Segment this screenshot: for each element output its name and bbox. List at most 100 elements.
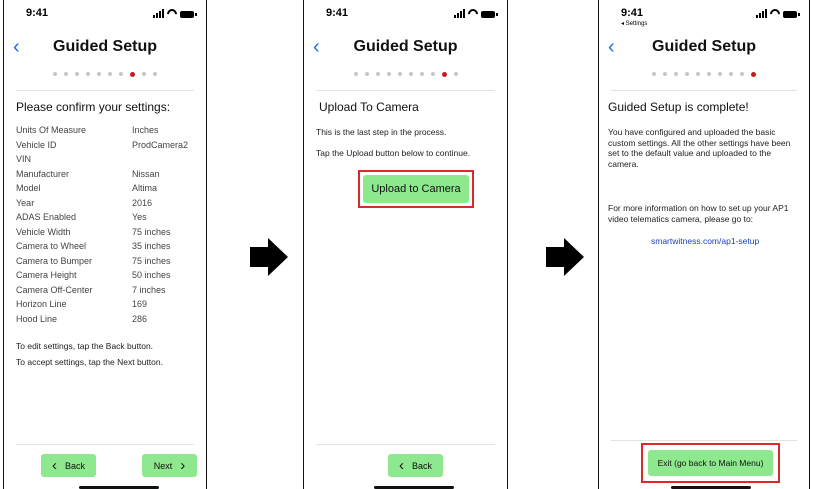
complete-heading: Guided Setup is complete! bbox=[608, 100, 749, 114]
setting-label: Camera to Bumper bbox=[16, 255, 93, 266]
back-button[interactable]: ‹ Back bbox=[41, 454, 96, 477]
settings-row: Hood Line 286 bbox=[16, 314, 188, 329]
settings-row: Manufacturer Nissan bbox=[16, 169, 188, 184]
setting-value: Yes bbox=[132, 212, 147, 222]
upload-line-1: This is the last step in the process. bbox=[316, 127, 447, 137]
setting-label: Hood Line bbox=[16, 313, 58, 324]
edit-instructions: To edit settings, tap the Back button. bbox=[16, 341, 154, 351]
setting-value: 2016 bbox=[132, 197, 153, 208]
setting-label: Horizon Line bbox=[16, 299, 67, 309]
divider bbox=[611, 90, 797, 91]
status-time: 9:41 bbox=[621, 7, 644, 19]
settings-row: Year 2016 bbox=[16, 198, 188, 213]
divider bbox=[611, 440, 797, 441]
settings-row: Camera Off-Center 7 inches bbox=[16, 285, 188, 300]
phone-screen-complete: 9:41 ◂ Settings ‹ Guided Setup Guided Se… bbox=[598, 0, 810, 489]
progress-dot bbox=[663, 72, 667, 76]
progress-dot bbox=[375, 72, 380, 76]
settings-row: Horizon Line 169 bbox=[16, 299, 188, 314]
setting-label: Year bbox=[16, 197, 35, 208]
progress-dot bbox=[86, 72, 90, 76]
wifi-icon bbox=[167, 9, 177, 18]
upload-to-camera-button[interactable]: Upload to Camera bbox=[363, 175, 469, 203]
signal-icon bbox=[454, 9, 465, 18]
back-button[interactable]: ‹ Back bbox=[388, 454, 443, 477]
progress-dot bbox=[119, 72, 123, 76]
progress-dots bbox=[599, 71, 809, 77]
setting-value: 75 inches bbox=[132, 255, 171, 266]
progress-dot bbox=[696, 72, 700, 76]
setting-value: Nissan bbox=[132, 168, 160, 179]
progress-dot bbox=[652, 72, 656, 76]
progress-dot bbox=[430, 72, 435, 76]
nav-bar: ‹ Guided Setup bbox=[599, 34, 809, 62]
status-bar: 9:41 bbox=[4, 0, 206, 30]
complete-paragraph-1: You have configured and uploaded the bas… bbox=[608, 127, 791, 169]
progress-dot bbox=[674, 72, 678, 76]
signal-icon bbox=[756, 9, 767, 18]
setting-label: Units Of Measure bbox=[16, 125, 87, 135]
divider bbox=[316, 444, 495, 445]
settings-row: VIN bbox=[16, 154, 188, 169]
progress-dot bbox=[397, 72, 402, 76]
right-arrow-icon bbox=[250, 238, 288, 276]
signal-icon bbox=[153, 9, 164, 18]
page-title: Guided Setup bbox=[353, 38, 458, 55]
battery-icon bbox=[783, 11, 800, 18]
accept-instructions: To accept settings, tap the Next button. bbox=[16, 357, 163, 367]
divider bbox=[316, 90, 495, 91]
chevron-right-icon: › bbox=[180, 457, 186, 474]
progress-dot bbox=[142, 72, 146, 76]
wifi-icon bbox=[770, 9, 780, 18]
status-icons bbox=[454, 9, 498, 18]
settings-list: Units Of Measure Inches Vehicle ID ProdCam… bbox=[16, 125, 188, 328]
phone-screen-upload: 9:41 ‹ Guided Setup Upload To Camera Thi… bbox=[303, 0, 508, 489]
progress-dot-active bbox=[751, 71, 756, 77]
battery-icon bbox=[481, 11, 498, 18]
progress-dot bbox=[353, 72, 358, 76]
progress-dot bbox=[707, 72, 711, 76]
exit-main-menu-button[interactable]: Exit (go back to Main Menu) bbox=[648, 450, 773, 476]
page-title: Guided Setup bbox=[652, 38, 756, 55]
battery-icon bbox=[180, 11, 197, 18]
setting-label: ADAS Enabled bbox=[16, 212, 77, 222]
status-bar: 9:41 ◂ Settings bbox=[599, 0, 809, 30]
setup-link[interactable]: smartwitness.com/ap1-setup bbox=[651, 236, 759, 246]
divider bbox=[16, 90, 194, 91]
confirm-heading: Please confirm your settings: bbox=[16, 100, 171, 114]
settings-row: ADAS Enabled Yes bbox=[16, 212, 188, 227]
status-bar: 9:41 bbox=[304, 0, 507, 30]
phone-screen-confirm-settings: 9:41 ‹ Guided Setup Please confirm your … bbox=[3, 0, 207, 489]
progress-dot bbox=[453, 72, 458, 76]
settings-row: Vehicle ID ProdCamera2 bbox=[16, 140, 188, 155]
setting-value: Altima bbox=[132, 183, 158, 193]
setting-label: Camera Height bbox=[16, 270, 77, 280]
progress-dot bbox=[75, 72, 79, 76]
setting-label: Camera to Wheel bbox=[16, 241, 87, 251]
progress-dot bbox=[740, 72, 744, 76]
progress-dot bbox=[53, 72, 57, 76]
settings-row: Units Of Measure Inches bbox=[16, 125, 188, 140]
settings-row: Vehicle Width 75 inches bbox=[16, 227, 188, 242]
setting-value: ProdCamera2 bbox=[132, 139, 189, 150]
progress-dot bbox=[64, 72, 68, 76]
progress-dot bbox=[718, 72, 722, 76]
progress-dot bbox=[386, 72, 391, 76]
setting-label: VIN bbox=[16, 154, 32, 164]
settings-row: Camera Height 50 inches bbox=[16, 270, 188, 285]
next-button[interactable]: Next › bbox=[142, 454, 197, 477]
back-to-settings-link[interactable]: ◂ Settings bbox=[621, 20, 647, 27]
setting-value: 75 inches bbox=[132, 226, 171, 237]
progress-dot bbox=[685, 72, 689, 76]
next-button-label: Next bbox=[153, 460, 173, 471]
setting-value: Inches bbox=[132, 125, 159, 135]
upload-heading: Upload To Camera bbox=[319, 100, 419, 114]
progress-dot bbox=[408, 72, 413, 76]
progress-dots bbox=[304, 71, 507, 77]
progress-dot-active bbox=[441, 71, 447, 77]
complete-paragraph-2: For more information on how to set up yo… bbox=[608, 203, 789, 224]
progress-dot bbox=[364, 72, 369, 76]
settings-row: Camera to Bumper 75 inches bbox=[16, 256, 188, 271]
page-title: Guided Setup bbox=[53, 38, 157, 55]
nav-bar: ‹ Guided Setup bbox=[4, 34, 206, 62]
